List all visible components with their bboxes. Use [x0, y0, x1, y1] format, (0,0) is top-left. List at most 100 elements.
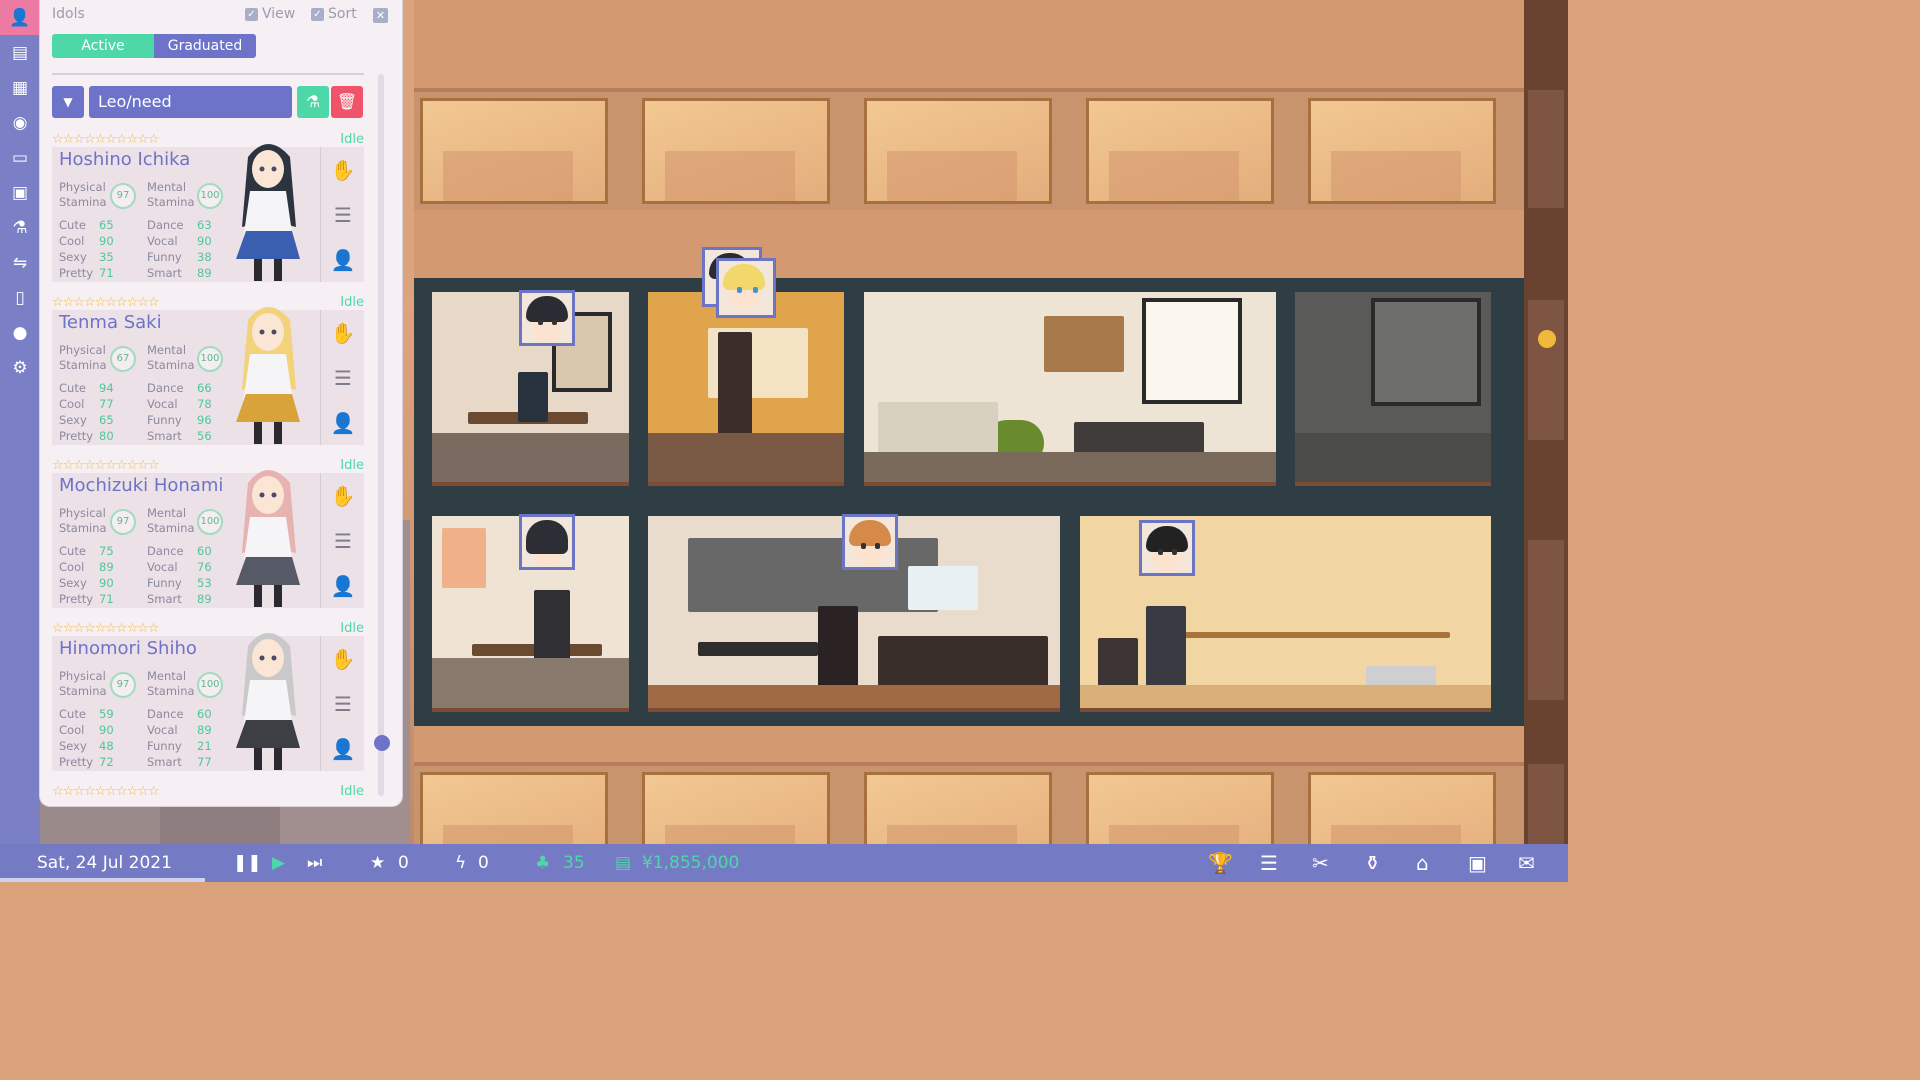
image-stats: Cute 59 Cool 90 Sexy 48 Pretty 72 [59, 707, 114, 769]
mental-stamina-label: Mental Stamina [147, 180, 195, 209]
divider [52, 73, 364, 75]
staff-avatar[interactable] [519, 514, 575, 570]
mail-icon[interactable]: ✉ [1518, 844, 1535, 882]
group-dropdown-button[interactable]: ▼ [52, 86, 84, 118]
image-stats: Cute 75 Cool 89 Sexy 90 Pretty 71 [59, 544, 114, 606]
pause-icon[interactable]: ❚❚ [233, 844, 262, 882]
mental-stamina-label: Mental Stamina [147, 343, 195, 372]
idol-actions: ✋ ☰ 👤 [320, 473, 365, 608]
side-menu: 👤 ▤ ▦ ◉ ▭ ▣ ⚗ ⇋ ▯ ● ⚙ [0, 0, 40, 844]
idol-actions: ✋ ☰ 👤 [320, 636, 365, 771]
person-icon[interactable]: 👤 [321, 563, 365, 608]
hand-icon[interactable]: ✋ [321, 147, 365, 192]
list-icon[interactable]: ☰ [1260, 844, 1278, 882]
date-display[interactable]: Sat, 24 Jul 2021 [37, 844, 172, 882]
menu-icon[interactable]: ☰ [321, 355, 365, 400]
menu-icon[interactable]: ☰ [321, 518, 365, 563]
physical-stamina-value: 97 [110, 509, 136, 535]
status-label: Idle [340, 784, 364, 798]
floor-wall-upper [414, 210, 1524, 278]
idol-portrait [236, 633, 300, 770]
mental-stamina-value: 100 [197, 672, 223, 698]
hand-icon[interactable]: ✋ [321, 310, 365, 355]
hand-icon[interactable]: ✋ [321, 636, 365, 681]
calendar-icon[interactable]: ▦ [0, 70, 40, 105]
top-window-row [414, 88, 1524, 214]
status-label: Idle [340, 458, 364, 473]
idol-card[interactable]: ☆☆☆☆☆☆☆☆☆☆ Idle Hinomori Shiho Physical S… [52, 621, 364, 771]
tab-graduated[interactable]: Graduated [154, 34, 256, 58]
idol-card-partial[interactable]: ☆☆☆☆☆☆☆☆☆☆ Idle [52, 784, 364, 798]
flask-icon[interactable]: ⚗ [297, 86, 329, 118]
money-amount: ¥1,855,000 [642, 853, 740, 873]
hand-icon[interactable]: ✋ [321, 473, 365, 518]
star-icon: ★ [370, 853, 386, 873]
toggle-icon[interactable]: ⇋ [0, 245, 40, 280]
rating-stars: ☆☆☆☆☆☆☆☆☆☆ [52, 132, 160, 147]
lightbulb-icon[interactable]: ● [0, 315, 40, 350]
flask-icon[interactable]: ⚗ [0, 210, 40, 245]
physical-stamina-label: Physical Stamina [59, 343, 107, 372]
idol-name: Tenma Saki [59, 312, 162, 333]
scissors-icon[interactable]: ✂ [1312, 844, 1329, 882]
room-empty[interactable] [1295, 292, 1491, 486]
status-label: Idle [340, 621, 364, 636]
staff-avatar[interactable] [842, 514, 898, 570]
trophy-icon[interactable]: 🏆 [1208, 844, 1233, 882]
bank-icon[interactable]: ⌂ [1416, 844, 1429, 882]
close-button[interactable]: ✕ [373, 8, 388, 23]
menu-icon[interactable]: ☰ [321, 192, 365, 237]
room-makeup-studio[interactable] [648, 292, 844, 486]
room-lounge[interactable] [864, 292, 1276, 486]
menu-icon[interactable]: ☰ [321, 681, 365, 726]
idol-card-body: Hoshino Ichika Physical Stamina 97 Mental… [52, 144, 365, 282]
idol-card-body: Tenma Saki Physical Stamina 67 Mental Stam… [52, 307, 365, 445]
money-bag-icon[interactable]: ⚱ [1364, 844, 1381, 882]
event-calendar-icon[interactable]: ▣ [0, 175, 40, 210]
image-stats: Cute 94 Cool 77 Sexy 65 Pretty 80 [59, 381, 114, 443]
staff-avatar[interactable] [519, 290, 575, 346]
rating-stars: ☆☆☆☆☆☆☆☆☆☆ [52, 621, 160, 636]
idol-card[interactable]: ☆☆☆☆☆☆☆☆☆☆ Idle Tenma Saki Physical Stami… [52, 295, 364, 445]
idol-card[interactable]: ☆☆☆☆☆☆☆☆☆☆ Idle Mochizuki Honami Physica… [52, 458, 364, 608]
disc-icon[interactable]: ◉ [0, 105, 40, 140]
rating-stars: ☆☆☆☆☆☆☆☆☆☆ [52, 458, 160, 473]
mental-stamina-label: Mental Stamina [147, 506, 195, 535]
phone-icon[interactable]: ▯ [0, 280, 40, 315]
idol-avatar[interactable] [716, 258, 776, 318]
view-label: View [262, 6, 296, 22]
group-name-field[interactable]: Leo/need [89, 86, 292, 118]
skill-stats: Dance 66 Vocal 78 Funny 96 Smart 56 [147, 381, 212, 443]
trash-icon[interactable]: 🗑 [331, 86, 363, 118]
sort-checkbox[interactable]: ✓ Sort [311, 6, 357, 22]
idol-card[interactable]: ☆☆☆☆☆☆☆☆☆☆ Idle Hoshino Ichika Physical S… [52, 132, 364, 282]
scroll-thumb[interactable] [374, 735, 390, 751]
idol-portrait [236, 470, 300, 607]
person-icon[interactable]: 👤 [321, 237, 365, 282]
physical-stamina-value: 67 [110, 346, 136, 372]
play-icon[interactable]: ▶ [272, 844, 285, 882]
floor-scroll-handle[interactable] [1538, 330, 1556, 348]
skill-stats: Dance 60 Vocal 89 Funny 21 Smart 77 [147, 707, 212, 769]
person-icon[interactable]: 👤 [321, 400, 365, 445]
idol-card-body: Mochizuki Honami Physical Stamina 97 Ment… [52, 470, 365, 608]
idol-actions: ✋ ☰ 👤 [320, 147, 365, 282]
tv-icon[interactable]: ▭ [0, 140, 40, 175]
view-checkbox[interactable]: ✓ View [245, 6, 295, 22]
panel-scrollbar[interactable] [378, 74, 384, 796]
floor-wall-lower [414, 726, 1524, 766]
tab-active[interactable]: Active [52, 34, 154, 58]
id-card-icon[interactable]: ▤ [0, 35, 40, 70]
status-label: Idle [340, 132, 364, 147]
staff-avatar[interactable] [1139, 520, 1195, 576]
skill-stats: Dance 60 Vocal 76 Funny 53 Smart 89 [147, 544, 212, 606]
idols-panel: Idols ✓ View ✓ Sort ✕ Active Graduated ▼… [40, 0, 402, 806]
idol-icon[interactable]: 👤 [0, 0, 40, 35]
fast-forward-icon[interactable]: ⏭ [307, 844, 322, 882]
idol-portrait [236, 144, 300, 281]
person-icon[interactable]: 👤 [321, 726, 365, 771]
briefcase-icon[interactable]: ▣ [1468, 844, 1487, 882]
physical-stamina-value: 97 [110, 672, 136, 698]
idol-actions: ✋ ☰ 👤 [320, 310, 365, 445]
gear-icon[interactable]: ⚙ [0, 350, 40, 385]
